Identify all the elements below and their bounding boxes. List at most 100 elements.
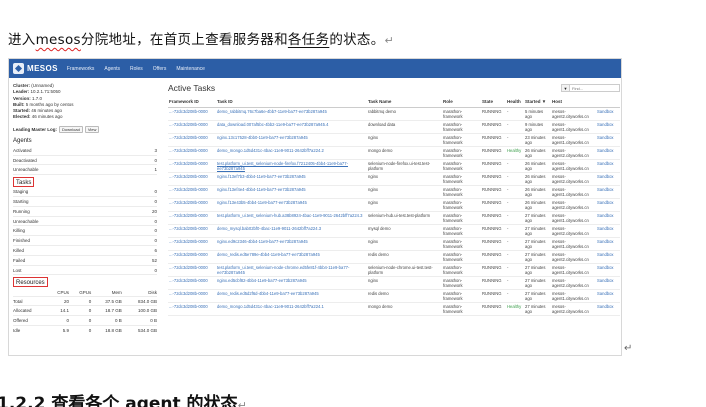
framework-id-cell[interactable]: ...-72dc3d208b-0000 [168,250,216,264]
started-cell: 27 minutes ago [524,224,551,238]
tasks-header-cell [596,97,620,108]
task-name-cell: download data [367,120,442,134]
intro-prefix: 进入 [8,32,36,48]
agent-stat-row: Unreachable 1 [13,165,157,176]
health-cell: - [506,237,524,251]
framework-id-cell[interactable]: ...-72dc3d208b-0000 [168,185,216,199]
mesos-logo-icon [13,63,24,74]
framework-id-cell[interactable]: ...-72dc3d208b-0000 [168,120,216,134]
sandbox-link[interactable]: Sandbox [596,276,620,290]
resources-cell: 100.0 GB [121,305,157,316]
resources-cell: 14.1 [47,305,70,316]
framework-id-cell[interactable]: ...-72dc3d208b-0000 [168,107,216,121]
task-id-cell[interactable]: nginx.ed5cbf82-4bb4-11e9-ba77-ee73b287a9… [216,276,367,290]
active-tasks-title: Active Tasks [168,83,216,93]
started-cell: 5 minutes ago [524,107,551,121]
sandbox-link[interactable]: Sandbox [596,224,620,238]
health-cell: - [506,159,524,173]
task-row: ...-72dc3d208b-0000 demo_redis.ed5e789e-4… [168,250,620,264]
sandbox-link[interactable]: Sandbox [596,198,620,212]
view-log-button[interactable]: View [84,125,100,133]
task-row: ...-72dc3d208b-0000 data_download.007af5b… [168,120,620,134]
tasks-header-cell[interactable]: Started ▼ [524,97,551,108]
task-id-cell[interactable]: nginx.ed9c2346-4bb4-11e9-ba77-ee73b287a9… [216,237,367,251]
sandbox-link[interactable]: Sandbox [596,172,620,186]
health-cell: - [506,211,524,225]
find-input[interactable] [570,84,620,92]
resources-cell: 0 [69,295,92,306]
state-cell: RUNNING [481,120,506,134]
task-name-cell: selenium-node-chrome.ui-test.test-platfo… [367,263,442,277]
nav-roles[interactable]: Roles [130,66,143,72]
framework-id-cell[interactable]: ...-72dc3d208b-0000 [168,237,216,251]
task-id-cell[interactable]: nginx.f13ef7b3-4bb4-11e9-ba77-ee73b287a9… [216,172,367,186]
sandbox-link[interactable]: Sandbox [596,159,620,173]
task-name-cell: redis demo [367,250,442,264]
task-id-cell[interactable]: demo_redis.ed5e789e-4bb4-11e9-ba77-ee73b… [216,250,367,264]
sandbox-link[interactable]: Sandbox [596,120,620,134]
role-cell: marathon-framework [442,289,481,303]
framework-id-cell[interactable]: ...-72dc3d208b-0000 [168,133,216,147]
resources-cell: Total [13,295,48,306]
framework-id-cell[interactable]: ...-72dc3d208b-0000 [168,224,216,238]
resources-table: CPUs GPUs Mem Disk Total 20 0 37.5 GB 834.0 GB A… [13,288,157,335]
task-id-cell[interactable]: test.platform_ui.test_selenium-node-chro… [216,263,367,277]
task-id-cell[interactable]: nginx.f13ef4e4-4bb4-11e9-ba77-ee73b287a9… [216,185,367,199]
sandbox-link[interactable]: Sandbox [596,185,620,199]
resources-cell: 534.0 GB [121,324,157,335]
filter-icon[interactable]: ▼ [561,84,570,92]
framework-id-cell[interactable]: ...-72dc3d208b-0000 [168,302,216,316]
state-cell: RUNNING [481,276,506,290]
task-id-cell[interactable]: demo_rabbitmq.76c7ba6e-4bb7-11e9-ba77-ee… [216,107,367,121]
brand[interactable]: MESOS [13,63,58,74]
task-id-cell[interactable]: data_download.007af5bc-4bb2-11e9-ba77-ee… [216,120,367,134]
framework-id-cell[interactable]: ...-72dc3d208b-0000 [168,211,216,225]
sandbox-link[interactable]: Sandbox [596,107,620,121]
started-cell: 26 minutes ago [524,172,551,186]
task-name-cell: selenium-node-firefox.ui-test.test-platf… [367,159,442,173]
sandbox-link[interactable]: Sandbox [596,289,620,303]
nav-agents[interactable]: Agents [104,66,120,72]
state-cell: RUNNING [481,107,506,121]
download-log-button[interactable]: Download [59,125,83,133]
task-name-cell: mysql demo [367,224,442,238]
framework-id-cell[interactable]: ...-72dc3d208b-0000 [168,159,216,173]
tasks-list: Staging 0 Starting 0 Running 20 Unreachable… [13,187,157,276]
framework-id-cell[interactable]: ...-72dc3d208b-0000 [168,146,216,160]
task-id-cell[interactable]: nginx.13c17528-4bb0-11e9-ba77-ee73b287a9… [216,133,367,147]
health-cell: - [506,250,524,264]
framework-id-cell[interactable]: ...-72dc3d208b-0000 [168,172,216,186]
task-id-cell[interactable]: test.platform_ui.test_selenium-hub.a38b8… [216,211,367,225]
task-filter: ▼ [561,84,620,92]
task-id-cell[interactable]: demo_mongo.1d5d431c-4bac-11e9-9011-2642b… [216,302,367,316]
nav-frameworks[interactable]: Frameworks [67,66,95,72]
resources-header-cell: Disk [148,289,157,295]
task-id-cell[interactable]: nginx.f13e43b5-4bb4-11e9-ba77-ee73b287a9… [216,198,367,212]
framework-id-cell[interactable]: ...-72dc3d208b-0000 [168,289,216,303]
sandbox-link[interactable]: Sandbox [596,263,620,277]
task-name-cell: rabbitmq demo [367,107,442,121]
host-cell: mesos-agent1.cityworks.cn [551,133,596,147]
framework-id-cell[interactable]: ...-72dc3d208b-0000 [168,198,216,212]
sandbox-link[interactable]: Sandbox [596,250,620,264]
nav-maintenance[interactable]: Maintenance [176,66,205,72]
task-id-cell[interactable]: demo_mongo.1d5d431c-4bac-11e9-9011-2642b… [216,146,367,160]
resources-header-cell: Mem [111,289,122,295]
resources-cell: 18.8 GB [91,324,122,335]
nav-offers[interactable]: Offers [153,66,167,72]
health-cell: - [506,276,524,290]
task-id-cell[interactable]: demo_mysql.bab02bf0-4bac-11e9-9011-2642b… [216,224,367,238]
task-row: ...-72dc3d208b-0000 demo_rabbitmq.76c7ba6… [168,107,620,121]
sandbox-link[interactable]: Sandbox [596,146,620,160]
sandbox-link[interactable]: Sandbox [596,133,620,147]
sandbox-link[interactable]: Sandbox [596,237,620,251]
framework-id-cell[interactable]: ...-72dc3d208b-0000 [168,276,216,290]
task-id-cell[interactable]: demo_redis.ed5d2f6d-4bb4-11e9-ba77-ee73b… [216,289,367,303]
health-cell: - [506,263,524,277]
task-id-cell[interactable]: test.platform_ui.test_selenium-node-fire… [216,159,367,173]
intro-paragraph: 进入mesos分院地址，在首页上查看服务器和各任务的状态。↵ [8,28,394,48]
sandbox-link[interactable]: Sandbox [596,302,620,316]
sandbox-link[interactable]: Sandbox [596,211,620,225]
framework-id-cell[interactable]: ...-72dc3d208b-0000 [168,263,216,277]
role-cell: marathon-framework [442,172,481,186]
